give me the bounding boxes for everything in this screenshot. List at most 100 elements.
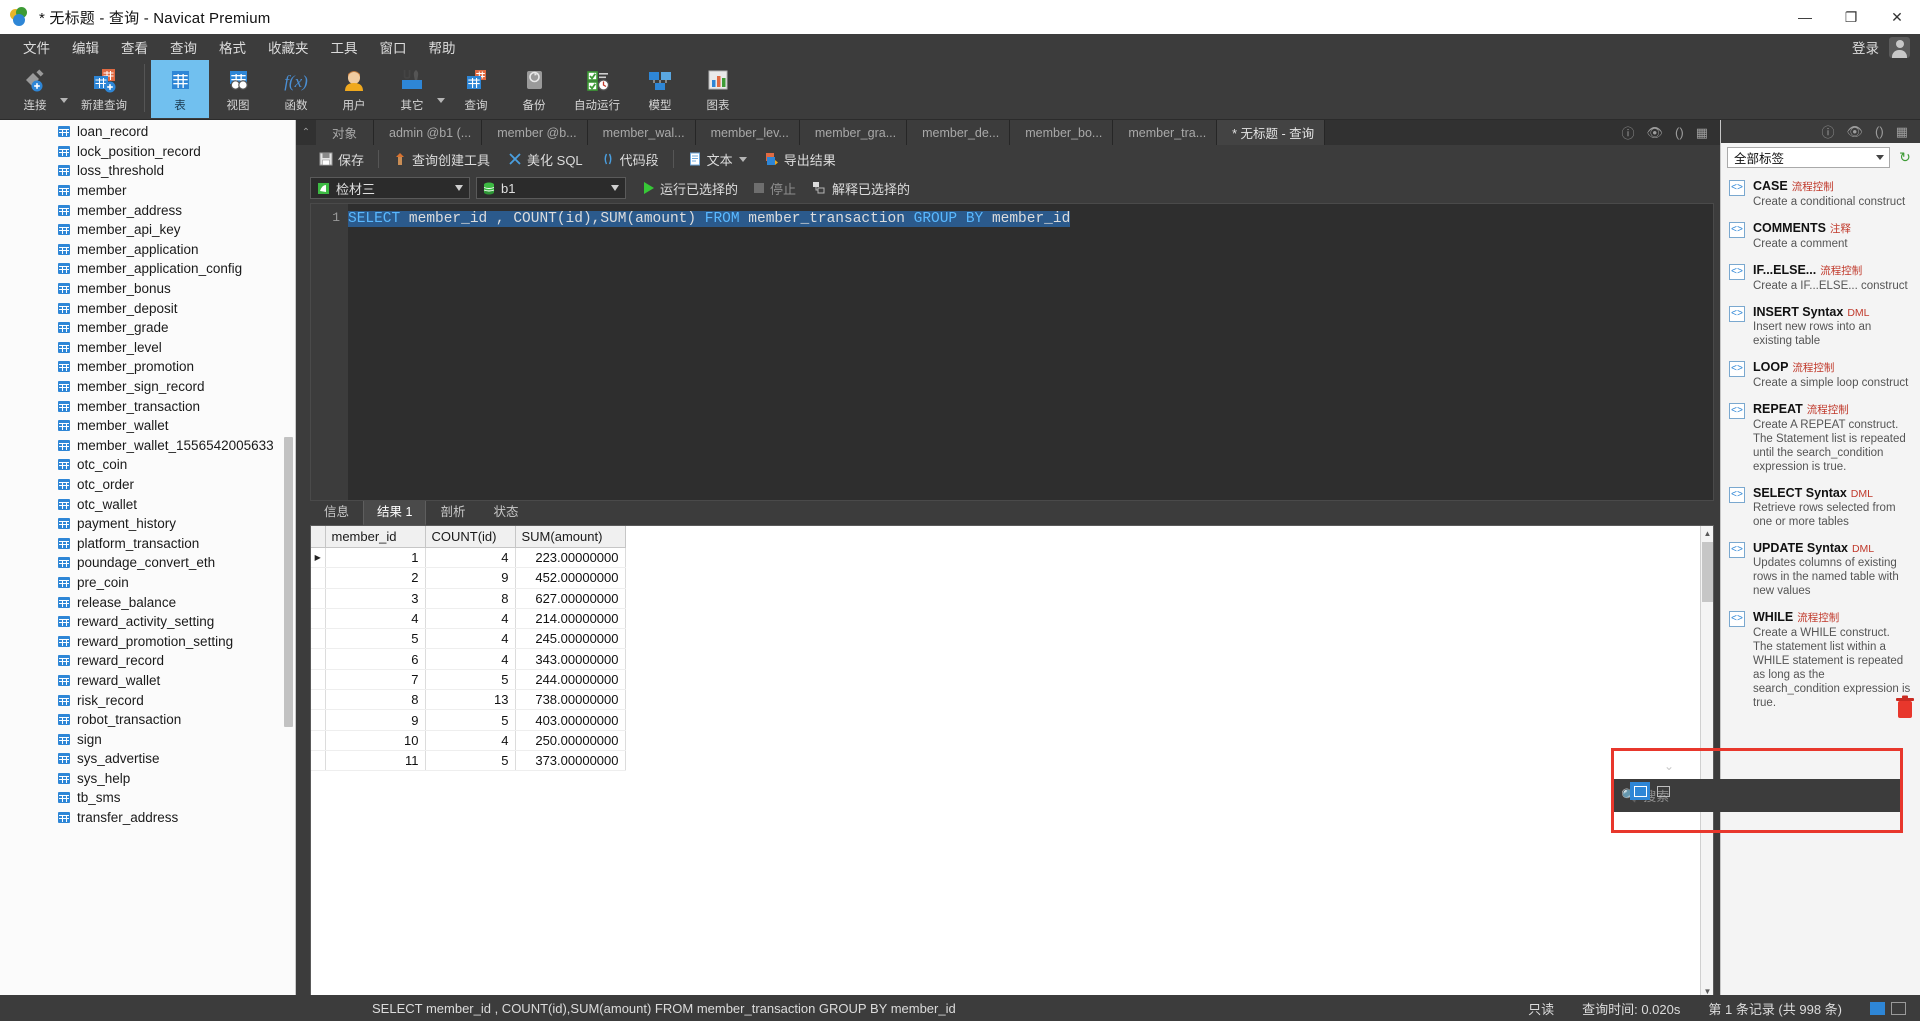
sidebar-item-lock_position_record[interactable]: lock_position_record <box>0 142 295 162</box>
grid-cell[interactable]: 250.00000000 <box>515 730 626 751</box>
sidebar-item-platform_transaction[interactable]: platform_transaction <box>0 533 295 553</box>
toolbar-table[interactable]: 表 <box>151 60 209 118</box>
snippet-list[interactable]: <> CASE 流程控制 Create a conditional construct… <box>1721 171 1920 1021</box>
sidebar-item-member_grade[interactable]: member_grade <box>0 318 295 338</box>
sidebar-item-loan_record[interactable]: loan_record <box>0 122 295 142</box>
text-mode-button[interactable]: 文本 <box>679 148 756 170</box>
sidebar-item-reward_promotion_setting[interactable]: reward_promotion_setting <box>0 631 295 651</box>
list-item[interactable]: <> UPDATE Syntax DML Updates columns of exi… <box>1721 535 1920 604</box>
menu-window[interactable]: 窗口 <box>369 35 418 59</box>
grid-cell[interactable]: 10 <box>325 730 426 751</box>
table-list[interactable]: loan_record lock_position_record loss_thre… <box>0 120 295 827</box>
grid-cell[interactable]: 11 <box>325 750 426 772</box>
grid-cell[interactable]: 4 <box>425 608 516 630</box>
sidebar-item-member[interactable]: member <box>0 181 295 201</box>
grid-panel-icon[interactable]: ▦ <box>1896 124 1908 140</box>
maximize-button[interactable]: ❐ <box>1828 0 1874 34</box>
table-row[interactable]: ▶ 1 4 223.00000000 <box>311 547 626 569</box>
sidebar-item-poundage_convert_eth[interactable]: poundage_convert_eth <box>0 553 295 573</box>
list-item[interactable]: <> LOOP 流程控制 Create a simple loop construct <box>1721 354 1920 396</box>
sidebar-item-risk_record[interactable]: risk_record <box>0 690 295 710</box>
close-button[interactable]: ✕ <box>1874 0 1920 34</box>
menu-format[interactable]: 格式 <box>208 35 257 59</box>
table-row[interactable]: 3 8 627.00000000 <box>311 588 626 609</box>
grid-cell[interactable]: 8 <box>325 689 426 711</box>
toolbar-new-query[interactable]: 新建查询 <box>70 60 138 118</box>
eye-icon[interactable]: 👁 <box>1847 124 1864 140</box>
table-row[interactable]: 11 5 373.00000000 <box>311 750 626 772</box>
grid-cell[interactable]: 4 <box>425 648 516 670</box>
list-item[interactable]: <> IF...ELSE... 流程控制 Create a IF...ELSE... … <box>1721 257 1920 299</box>
list-item[interactable]: <> REPEAT 流程控制 Create A REPEAT construct. T… <box>1721 396 1920 480</box>
grid-cell[interactable]: 6 <box>325 648 426 670</box>
sidebar-item-reward_wallet[interactable]: reward_wallet <box>0 671 295 691</box>
save-button[interactable]: 保存 <box>310 148 373 170</box>
table-row[interactable]: 9 5 403.00000000 <box>311 709 626 731</box>
menu-file[interactable]: 文件 <box>12 35 61 59</box>
grid-cell[interactable]: 2 <box>325 567 426 589</box>
brackets-icon[interactable]: () <box>1675 125 1684 140</box>
result-grid-container[interactable]: member_id COUNT(id) SUM(amount) ▶ 1 4 223.0000… <box>310 525 1714 999</box>
menu-favorites[interactable]: 收藏夹 <box>257 35 320 59</box>
grid-cell[interactable]: 9 <box>325 709 426 731</box>
sidebar-item-robot_transaction[interactable]: robot_transaction <box>0 710 295 730</box>
result-tab-1[interactable]: 结果 1 <box>363 497 427 525</box>
grid-cell[interactable]: 452.00000000 <box>515 567 626 589</box>
column-header-SUM(amount)[interactable]: SUM(amount) <box>515 526 626 548</box>
grid-cell[interactable]: 214.00000000 <box>515 608 626 630</box>
toolbar-automation[interactable]: 自动运行 <box>563 60 631 118</box>
result-tab-0[interactable]: 信息 <box>310 497 364 525</box>
toolbar-chart[interactable]: 图表 <box>689 60 747 118</box>
toolbar-query[interactable]: 查询 <box>447 60 505 118</box>
tab-3[interactable]: member_lev... <box>695 120 800 145</box>
result-view-toggle[interactable] <box>1630 782 1673 800</box>
toolbar-model[interactable]: 模型 <box>631 60 689 118</box>
grid-cell[interactable]: 5 <box>325 628 426 650</box>
collapse-panel-button[interactable]: ⌃ <box>296 120 316 145</box>
grid-cell[interactable]: 343.00000000 <box>515 648 626 670</box>
sidebar-item-otc_wallet[interactable]: otc_wallet <box>0 494 295 514</box>
sidebar-item-sys_advertise[interactable]: sys_advertise <box>0 749 295 769</box>
grid-panel-icon[interactable]: ▦ <box>1696 125 1708 141</box>
menu-help[interactable]: 帮助 <box>418 35 467 59</box>
list-item[interactable]: <> WHILE 流程控制 Create a WHILE construct. The… <box>1721 604 1920 716</box>
sql-code-area[interactable]: SELECT member_id , COUNT(id),SUM(amount)… <box>348 203 1714 501</box>
chevron-down-icon[interactable] <box>611 185 619 191</box>
grid-cell[interactable]: 4 <box>425 547 516 569</box>
sidebar-table-tree[interactable]: loan_record lock_position_record loss_thre… <box>0 120 296 1021</box>
grid-cell[interactable]: 4 <box>325 608 426 630</box>
grid-cell[interactable]: 373.00000000 <box>515 750 626 772</box>
sidebar-item-member_application[interactable]: member_application <box>0 240 295 260</box>
tab-4[interactable]: member_gra... <box>799 120 908 145</box>
refresh-icon[interactable]: ↻ <box>1896 148 1914 166</box>
scroll-up-icon[interactable]: ▲ <box>1701 526 1713 540</box>
grid-cell[interactable]: 5 <box>425 750 516 772</box>
sidebar-item-member_wallet_1556542005633[interactable]: member_wallet_1556542005633 <box>0 436 295 456</box>
grid-cell[interactable]: 5 <box>425 709 516 731</box>
connection-select[interactable]: 检材三 <box>310 177 470 199</box>
sidebar-scrollbar[interactable] <box>284 122 293 999</box>
sidebar-item-sign[interactable]: sign <box>0 729 295 749</box>
sidebar-item-member_promotion[interactable]: member_promotion <box>0 357 295 377</box>
list-item[interactable]: <> SELECT Syntax DML Retrieve rows selected… <box>1721 480 1920 535</box>
list-item[interactable]: <> CASE 流程控制 Create a conditional construct <box>1721 173 1920 215</box>
trash-icon[interactable] <box>1894 695 1916 721</box>
grid-cell[interactable]: 5 <box>425 669 516 691</box>
table-row[interactable]: 4 4 214.00000000 <box>311 608 626 630</box>
grid-cell[interactable]: 223.00000000 <box>515 547 626 569</box>
result-tab-3[interactable]: 状态 <box>479 497 533 525</box>
tab-6[interactable]: member_bo... <box>1010 120 1114 145</box>
grid-cell[interactable]: 3 <box>325 588 426 609</box>
tab-2[interactable]: member_wal... <box>587 120 696 145</box>
tab-8[interactable]: * 无标题 - 查询 <box>1217 120 1326 145</box>
table-row[interactable]: 7 5 244.00000000 <box>311 669 626 691</box>
sidebar-item-transfer_address[interactable]: transfer_address <box>0 808 295 828</box>
result-grid[interactable]: member_id COUNT(id) SUM(amount) ▶ 1 4 223.0000… <box>311 526 626 772</box>
tab-5[interactable]: member_de... <box>907 120 1011 145</box>
database-select[interactable]: b1 <box>476 177 626 199</box>
toolbar-connection[interactable]: 连接 <box>6 60 64 118</box>
toolbar-user[interactable]: 用户 <box>325 60 383 118</box>
sidebar-item-member_application_config[interactable]: member_application_config <box>0 259 295 279</box>
toolbar-function[interactable]: f(x) 函数 <box>267 60 325 118</box>
sidebar-item-otc_coin[interactable]: otc_coin <box>0 455 295 475</box>
